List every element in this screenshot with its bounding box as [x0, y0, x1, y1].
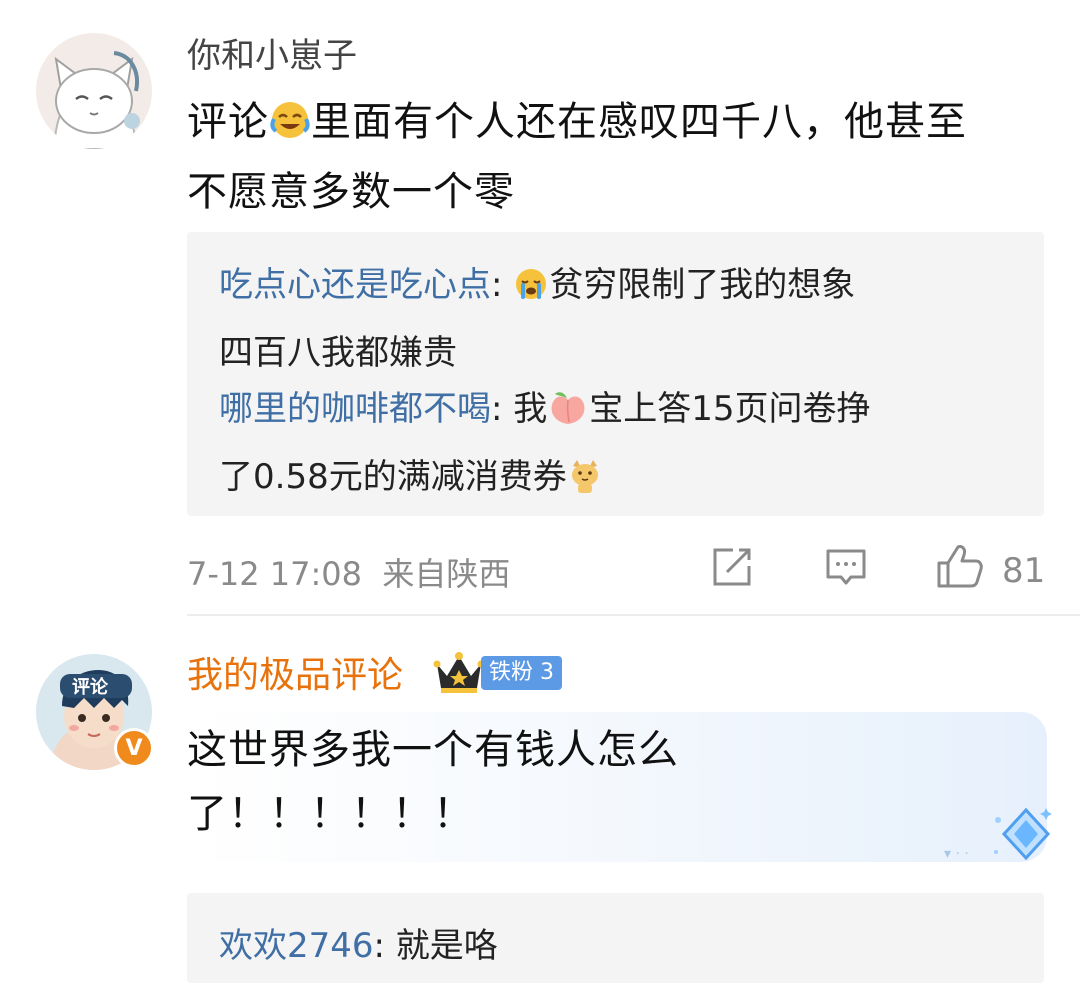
timestamp: 7-12 17:08 [187, 555, 363, 593]
comment-text-line: 了！！！！！！ [187, 791, 474, 837]
comment-text-line: 这世界多我一个有钱人怎么 [187, 727, 679, 773]
reply-username[interactable]: 吃点心还是吃心点 [219, 265, 491, 305]
fan-badge-level: 3 [540, 660, 555, 685]
comment-feed: 你和小崽子 评论 里面有个人还在感叹四千八，他甚至 不愿意多数一个零 吃点心还是吃… [0, 0, 1080, 983]
avatar-text: 评论 [72, 676, 109, 698]
comment-icon [825, 546, 867, 597]
reply-text: 了0.58元的满减消费券 [219, 457, 567, 497]
reply-text: 我 [513, 389, 548, 429]
reply-item[interactable]: 哪里的咖啡都不喝: 我 宝上答15页问卷挣 了0.58元的满减消费券 [219, 378, 1029, 514]
crown-icon [433, 650, 485, 700]
like-button[interactable]: 81 [936, 543, 1045, 598]
reply-separator: : [491, 265, 514, 305]
comment-text-part: 评论 [187, 99, 269, 145]
laugh-cry-emoji-icon [269, 96, 311, 160]
username[interactable]: 我的极品评论 [187, 656, 403, 696]
crying-emoji-icon [513, 260, 549, 322]
verified-badge: V [114, 728, 154, 768]
avatar[interactable] [36, 33, 152, 149]
like-icon [936, 543, 984, 598]
fan-badge: 铁粉 3 [481, 656, 563, 690]
verified-mark: V [125, 735, 143, 761]
reply-item[interactable]: 吃点心还是吃心点: 贫穷限制了我的想象 四百八我都嫌贵 [219, 254, 1029, 384]
share-icon [711, 546, 753, 597]
reply-username[interactable]: 欢欢2746 [219, 926, 374, 966]
comment-meta: 7-12 17:08 来自陕西 [187, 549, 510, 595]
username[interactable]: 你和小崽子 [187, 36, 357, 76]
comment-text-line: 不愿意多数一个零 [187, 169, 515, 215]
reply-text: 就是咯 [395, 926, 498, 966]
avatar[interactable]: 评论 V [36, 654, 154, 770]
location: 来自陕西 [382, 555, 511, 593]
reply-separator: : [491, 389, 514, 429]
comment-text-part: 里面有个人还在感叹四千八，他甚至 [311, 99, 967, 145]
reply-text: 四百八我都嫌贵 [219, 333, 457, 373]
comment-button[interactable] [825, 546, 867, 597]
peach-emoji-icon [547, 384, 589, 446]
reply-item[interactable]: 欢欢2746: 就是咯 [219, 915, 1029, 977]
divider [187, 614, 1080, 616]
like-count: 81 [1002, 550, 1046, 591]
share-button[interactable] [711, 546, 753, 597]
cat-avatar-image [36, 33, 152, 149]
reply-text: 贫穷限制了我的想象 [549, 265, 856, 305]
reply-username[interactable]: 哪里的咖啡都不喝 [219, 389, 491, 429]
comment-text: 评论 里面有个人还在感叹四千八，他甚至 不愿意多数一个零 [187, 90, 1057, 224]
dog-emoji-icon [567, 452, 603, 514]
comment-text: 这世界多我一个有钱人怎么 了！！！！！！ [187, 718, 987, 846]
diamond-icon [990, 802, 1062, 870]
reply-text: 宝上答15页问卷挣 [589, 389, 871, 429]
sparkle-dots: ▾ · · [944, 846, 969, 862]
fan-badge-label: 铁粉 [489, 660, 534, 685]
reply-separator: : [373, 926, 396, 966]
